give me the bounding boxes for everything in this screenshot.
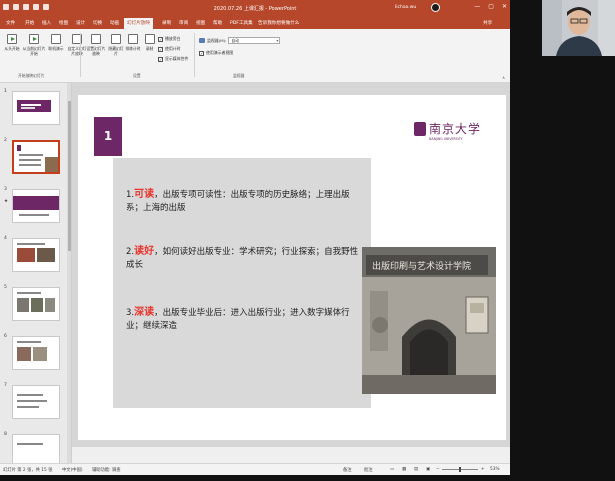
tab-view[interactable]: 视图	[196, 20, 205, 26]
webcam-video	[542, 0, 615, 56]
thumbnail-slide-1[interactable]: 1	[0, 89, 71, 139]
group-label-monitors: 监视器	[233, 73, 245, 78]
tab-insert[interactable]: 插入	[42, 20, 51, 26]
slide-count: 幻灯片 第 2 张，共 15 张	[3, 468, 53, 473]
setup-slideshow-button[interactable]: 设置幻灯片放映	[85, 34, 107, 56]
ribbon: 从头开始 从当前幻灯片开始 联机演示 自定义幻灯片放映 开始放映幻灯片 设置幻灯…	[0, 29, 510, 83]
hide-slide-icon	[111, 34, 121, 44]
notes-area[interactable]	[72, 447, 510, 463]
zoom-level[interactable]: 53%	[490, 467, 500, 472]
avatar[interactable]	[431, 3, 440, 12]
from-current-slide-button[interactable]: 从当前幻灯片开始	[22, 34, 46, 56]
play-icon	[7, 34, 17, 44]
ribbon-tabs: 文件 开始 插入 绘图 设计 切换 动画 幻灯片放映 录制 审阅 视图 帮助 P…	[0, 18, 510, 29]
thumbnail-scrollbar[interactable]	[67, 83, 71, 463]
comments-button[interactable]: 批注	[364, 467, 373, 473]
thumbnail-slide-8[interactable]: 8	[0, 432, 71, 463]
group-label-start: 开始放映幻灯片	[18, 73, 45, 78]
status-bar: 幻灯片 第 2 张，共 15 张 中文(中国) 辅助功能: 调查 备注 批注 ▭…	[0, 463, 510, 475]
bottom-strip	[0, 475, 510, 481]
list-item: 2.读好，如何读好出版专业：学术研究；行业探索；自我野性成长	[126, 246, 359, 270]
tab-animations[interactable]: 动画	[110, 20, 119, 26]
setup-slideshow-icon	[91, 34, 101, 44]
group-label-setup: 设置	[133, 73, 141, 78]
checkmark-icon: ✓	[158, 36, 163, 42]
play-narrations-checkbox[interactable]: ✓ 播放旁白	[158, 36, 181, 42]
list-item: 1.可读，出版专项可读性：出版专项的历史脉络；上理出版系；上海的出版	[126, 189, 350, 213]
university-seal-icon	[414, 122, 426, 136]
zoom-slider[interactable]	[442, 467, 478, 472]
normal-view-icon[interactable]: ▭	[390, 467, 394, 472]
thumbnail-slide-4[interactable]: 4	[0, 236, 71, 286]
slide-number-box: 1	[94, 117, 122, 156]
building-photo-art: 出版印刷与艺术设计学院	[362, 247, 496, 394]
slide-sorter-icon[interactable]: ▦	[402, 467, 406, 472]
group-separator	[194, 33, 195, 77]
nanjing-university-logo: 南京大学 NANJING UNIVERSITY	[414, 120, 486, 146]
tab-file[interactable]: 文件	[6, 20, 15, 26]
show-media-controls-checkbox[interactable]: ✓ 显示媒体控件	[158, 56, 188, 62]
close-button[interactable]: ✕	[502, 3, 507, 10]
tab-review[interactable]: 审阅	[179, 20, 188, 26]
presenter-view-checkbox[interactable]: ✓ 使用演示者视图	[199, 50, 233, 56]
notes-button[interactable]: 备注	[343, 467, 352, 473]
group-separator	[80, 33, 81, 77]
collapse-ribbon-icon[interactable]: ∧	[502, 75, 505, 80]
thumbnail-slide-3[interactable]: 3 ★	[0, 187, 71, 237]
content-textbox[interactable]: 1.可读，出版专项可读性：出版专项的历史脉络；上理出版系；上海的出版 2.读好，…	[113, 158, 371, 408]
checkmark-icon: ✓	[158, 56, 163, 62]
monitor-dropdown[interactable]: 自动	[228, 37, 281, 44]
play-icon	[29, 34, 39, 44]
title-bar: 2020.07.26 上课汇报 - PowerPoint lichao.wu —…	[0, 0, 510, 18]
accessibility-status[interactable]: 辅助功能: 调查	[92, 467, 121, 473]
zoom-out-icon[interactable]: −	[436, 467, 440, 472]
from-beginning-button[interactable]: 从头开始	[3, 34, 21, 51]
tab-draw[interactable]: 绘图	[59, 20, 68, 26]
tab-home[interactable]: 开始	[25, 20, 34, 26]
star-icon: ★	[4, 199, 9, 204]
rehearse-timings-button[interactable]: 排练计时	[124, 34, 142, 51]
stopwatch-icon	[128, 34, 138, 44]
use-timings-checkbox[interactable]: ✓ 使用计时	[158, 46, 181, 52]
hide-slide-button[interactable]: 隐藏幻灯片	[107, 34, 125, 56]
monitor-select[interactable]: 监视器(M): 自动	[199, 37, 281, 44]
thumbnail-slide-6[interactable]: 6	[0, 334, 71, 384]
tab-slideshow[interactable]: 幻灯片放映	[124, 18, 153, 29]
thumbnail-slide-7[interactable]: 7	[0, 383, 71, 433]
building-photo[interactable]: 出版印刷与艺术设计学院	[362, 247, 496, 394]
checkmark-icon: ✓	[158, 46, 163, 52]
record-slideshow-button[interactable]: 录制	[143, 34, 156, 51]
thumbnail-slide-2[interactable]: 2	[0, 138, 71, 188]
tab-record[interactable]: 录制	[162, 20, 171, 26]
webcam-person-art	[542, 0, 615, 56]
slideshow-view-icon[interactable]: ▣	[426, 467, 430, 472]
present-online-icon	[51, 34, 61, 44]
record-icon	[144, 34, 155, 44]
slide-canvas[interactable]: 1 南京大学 NANJING UNIVERSITY 1.可读，出版专项可读性：出…	[78, 95, 506, 440]
tab-design[interactable]: 设计	[76, 20, 85, 26]
screen-share-background	[510, 0, 615, 481]
monitor-icon	[199, 38, 205, 43]
reading-view-icon[interactable]: ▤	[414, 467, 418, 472]
tab-pdf-tools[interactable]: PDF工具集	[230, 20, 253, 26]
svg-text:出版印刷与艺术设计学院: 出版印刷与艺术设计学院	[372, 260, 471, 272]
tell-me-search[interactable]: 告诉我你想要做什么	[258, 20, 299, 26]
thumbnail-slide-5[interactable]: 5	[0, 285, 71, 335]
account-name[interactable]: lichao.wu	[395, 5, 416, 10]
checkmark-icon: ✓	[199, 50, 204, 56]
zoom-in-icon[interactable]: +	[481, 467, 485, 472]
tab-transitions[interactable]: 切换	[93, 20, 102, 26]
minimize-button[interactable]: —	[474, 3, 480, 10]
share-button[interactable]: 共享	[483, 20, 492, 26]
slide-thumbnails-pane: 1 2 3 ★ 4 5 6 7 8	[0, 83, 72, 463]
maximize-button[interactable]: ▢	[488, 3, 494, 10]
tab-help[interactable]: 帮助	[213, 20, 222, 26]
slide-editing-area: 1 南京大学 NANJING UNIVERSITY 1.可读，出版专项可读性：出…	[72, 83, 510, 463]
language-status[interactable]: 中文(中国)	[62, 467, 83, 473]
list-item: 3.深读，出版专业毕业后：进入出版行业；进入数字媒体行业；继续深造	[126, 307, 350, 331]
present-online-button[interactable]: 联机演示	[47, 34, 65, 51]
